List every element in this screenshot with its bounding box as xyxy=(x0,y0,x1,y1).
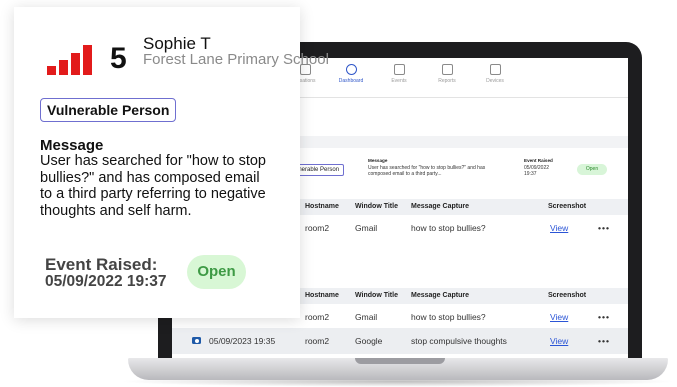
raised-time: 19:37 xyxy=(524,171,537,177)
camera-icon xyxy=(393,64,405,75)
nav-label: Reports xyxy=(438,78,456,84)
message-title: Message xyxy=(40,137,104,154)
status-badge: Open xyxy=(577,164,607,175)
message-text: User has searched for "how to stop bulli… xyxy=(40,153,266,219)
hostname-cell: room2 xyxy=(305,312,330,322)
nav-label: Devices xyxy=(486,78,504,84)
col-message-capture: Message Capture xyxy=(411,203,469,210)
risk-signal-icon xyxy=(47,43,97,75)
nav-item-dashboard[interactable]: Dashboard xyxy=(326,64,376,84)
table-row: 05/09/2023 19:35 room2 Google stop compu… xyxy=(172,328,628,354)
nav-label: Events xyxy=(391,78,407,84)
event-card: 5 Sophie T Forest Lane Primary School Vu… xyxy=(14,7,329,318)
category-chip: Vulnerable Person xyxy=(40,98,177,122)
event-raised-value: 05/09/2022 19:37 xyxy=(45,273,167,290)
nav-item-reports[interactable]: Reports xyxy=(422,64,472,84)
nav-item-events[interactable]: Events xyxy=(374,64,424,84)
view-link[interactable]: View xyxy=(550,304,568,330)
capture-cell: how to stop bullies? xyxy=(411,223,486,233)
capture-cell: how to stop bullies? xyxy=(411,312,486,322)
window-cell: Gmail xyxy=(355,223,378,233)
hostname-cell: room2 xyxy=(305,336,330,346)
col-screenshot: Screenshot xyxy=(548,203,587,210)
view-link[interactable]: View xyxy=(550,215,568,241)
status-badge: Open xyxy=(187,255,246,289)
message-title: Message xyxy=(368,158,388,163)
laptop-notch xyxy=(355,358,445,364)
col-message-capture: Message Capture xyxy=(411,292,469,299)
hostname-cell: room2 xyxy=(305,223,330,233)
event-raised-label: Event Raised: xyxy=(45,255,158,274)
view-link[interactable]: View xyxy=(550,328,568,354)
col-hostname: Hostname xyxy=(305,292,339,299)
school-name: Forest Lane Primary School xyxy=(143,51,329,68)
raised-title: Event Raised xyxy=(524,158,553,163)
more-options-icon[interactable]: ••• xyxy=(598,304,610,330)
window-cell: Google xyxy=(355,336,383,346)
col-screenshot: Screenshot xyxy=(548,292,587,299)
col-window-title: Window Title xyxy=(355,203,398,210)
more-options-icon[interactable]: ••• xyxy=(598,328,610,354)
gauge-icon xyxy=(345,64,357,75)
camera-icon xyxy=(192,337,201,344)
datetime-cell: 05/09/2023 19:35 xyxy=(209,336,276,346)
capture-cell: stop compulsive thoughts xyxy=(411,336,507,346)
message-line-2: composed email to a third party... xyxy=(368,171,442,177)
more-options-icon[interactable]: ••• xyxy=(598,215,610,241)
laptop-icon xyxy=(489,64,501,75)
window-cell: Gmail xyxy=(355,312,378,322)
nav-item-devices[interactable]: Devices xyxy=(470,64,520,84)
nav-label: Dashboard xyxy=(338,78,364,84)
col-hostname: Hostname xyxy=(305,203,339,210)
risk-level: 5 xyxy=(110,42,127,75)
chart-icon xyxy=(441,64,453,75)
col-window-title: Window Title xyxy=(355,292,398,299)
stage: ...isations Dashboard Events Reports Dev… xyxy=(0,0,677,387)
